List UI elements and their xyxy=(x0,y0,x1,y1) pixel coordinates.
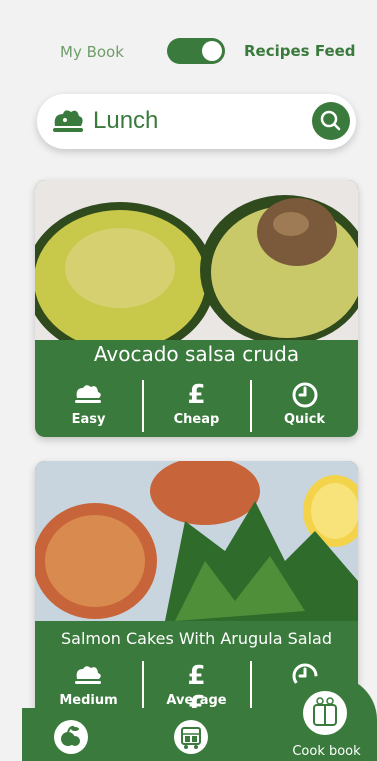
cost-label: Average xyxy=(166,693,227,708)
search-icon xyxy=(320,110,341,131)
time-label: Quick xyxy=(283,412,326,427)
cost-attr: £ Cheap xyxy=(143,376,250,434)
recipes-feed-label[interactable]: Recipes Feed xyxy=(244,42,356,60)
recipe-attributes: Easy £ Cheap Quick xyxy=(35,376,358,436)
nav-fruit-button[interactable] xyxy=(54,720,88,754)
recipe-card[interactable]: Avocado salsa cruda Easy £ Cheap Quick xyxy=(35,180,358,437)
difficulty-label: Medium xyxy=(59,693,118,708)
recipe-title: Avocado salsa cruda xyxy=(93,342,300,366)
pound-icon: ££ xyxy=(187,661,206,721)
cookbook-icon-circle xyxy=(303,691,347,735)
difficulty-label: Easy xyxy=(71,412,106,427)
search-input[interactable] xyxy=(93,107,293,135)
chef-hat-icon xyxy=(74,666,101,684)
time-attr: Quick xyxy=(251,376,358,434)
recipe-photo-avocado xyxy=(35,180,358,340)
cookbook-label: Cook book xyxy=(292,744,361,759)
nav-grocery-button[interactable] xyxy=(174,720,208,754)
chef-hat-icon xyxy=(53,110,83,132)
cost-label: Cheap xyxy=(173,412,220,427)
nav-cookbook-button[interactable]: Cook book xyxy=(276,676,377,761)
recipe-title: Salmon Cakes With Arugula Salad xyxy=(60,629,333,648)
cost-attr: ££ Average xyxy=(143,657,250,721)
difficulty-attr: Medium xyxy=(35,657,142,715)
grocery-store-icon xyxy=(181,727,201,749)
search-button[interactable] xyxy=(312,102,350,140)
search-bar[interactable] xyxy=(37,94,356,149)
fruit-icon xyxy=(61,725,80,746)
clock-icon xyxy=(292,382,317,408)
feed-toggle-row: My Book Recipes Feed xyxy=(0,36,377,66)
my-book-label[interactable]: My Book xyxy=(60,43,124,61)
cook-book-icon xyxy=(313,697,337,726)
pound-icon: £ xyxy=(187,380,206,410)
recipe-photo-salmon xyxy=(35,461,358,621)
toggle-knob xyxy=(202,41,222,61)
difficulty-attr: Easy xyxy=(35,376,142,434)
chef-hat-icon xyxy=(74,385,101,403)
feed-toggle-switch[interactable] xyxy=(167,38,225,64)
